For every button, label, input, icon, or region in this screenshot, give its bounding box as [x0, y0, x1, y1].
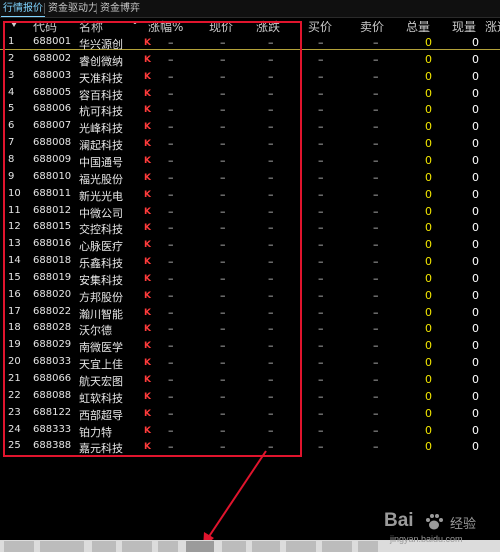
bottom-tab[interactable] — [286, 541, 316, 552]
bottom-tab-active[interactable] — [186, 541, 214, 552]
watermark-suffix: 经验 — [450, 517, 477, 532]
bottom-tab[interactable] — [358, 541, 378, 552]
baidu-jingyan-watermark: Bai 经验 jingyan.baidu.com — [380, 508, 498, 552]
bottom-tab[interactable] — [222, 541, 246, 552]
bottom-tab[interactable] — [158, 541, 178, 552]
watermark-brand: Bai — [384, 510, 414, 531]
bottom-tab[interactable] — [92, 541, 116, 552]
watermark-url: jingyan.baidu.com — [390, 534, 463, 544]
bottom-tab[interactable] — [122, 541, 152, 552]
bottom-tab[interactable] — [322, 541, 352, 552]
annotation-arrow-icon — [203, 450, 267, 548]
bottom-tab[interactable] — [4, 541, 34, 552]
paw-icon — [426, 514, 443, 530]
bottom-tab[interactable] — [252, 541, 280, 552]
bottom-tab[interactable] — [40, 541, 84, 552]
